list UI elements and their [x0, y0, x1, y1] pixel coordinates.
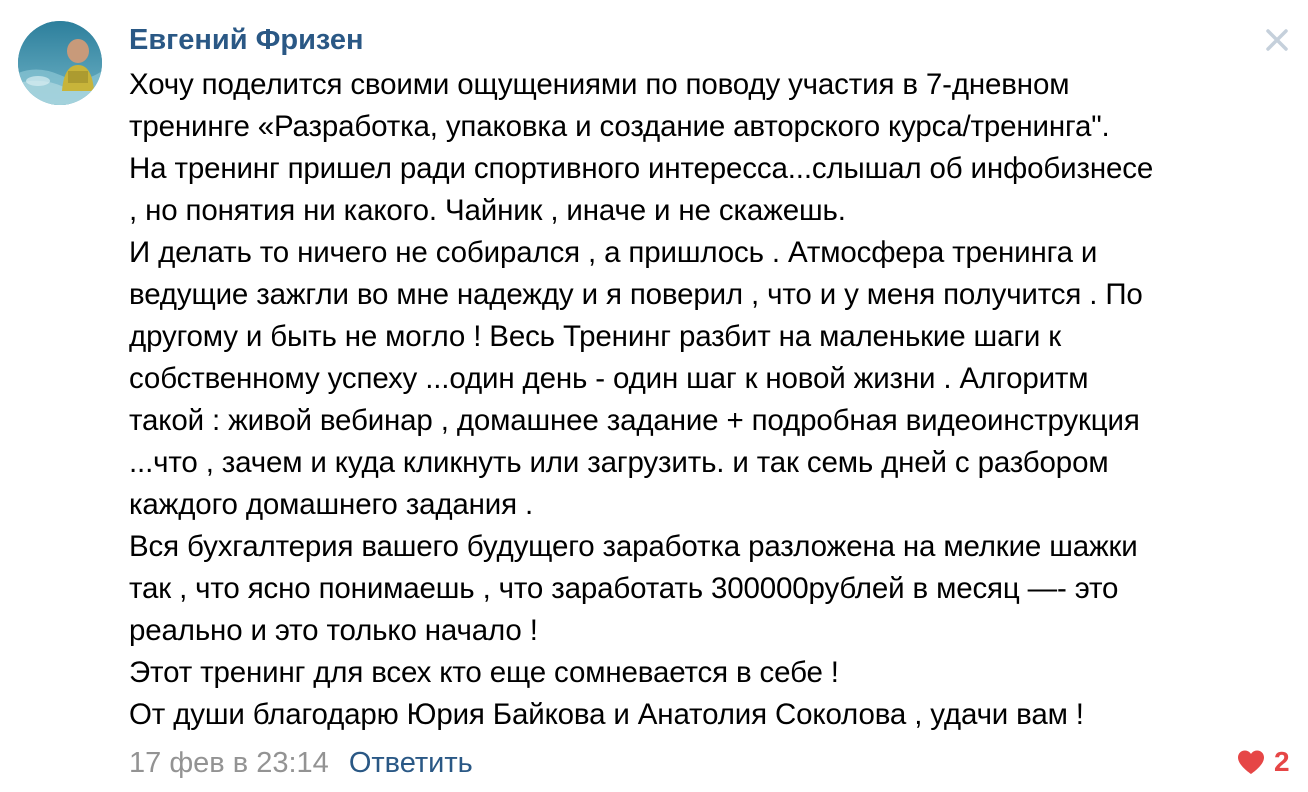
- comment-text-line: другому и быть не могло ! Весь Тренинг р…: [129, 320, 1062, 353]
- comment-meta: 17 фев в 23:14 Ответить: [129, 742, 473, 784]
- like-button[interactable]: 2: [1236, 745, 1290, 779]
- comment-date[interactable]: 17 фев в 23:14: [129, 747, 329, 779]
- comment-text-line: тренинге «Разработка, упаковка и создани…: [129, 110, 1110, 143]
- comment-text-line: , но понятия ни какого. Чайник , иначе и…: [129, 194, 846, 227]
- comment-text: Хочу поделится своими ощущениями по пово…: [129, 64, 1301, 736]
- comment: Евгений Фризен Хочу поделится своими ощу…: [0, 0, 1308, 792]
- author-avatar[interactable]: [18, 21, 102, 105]
- comment-text-line: такой : живой вебинар , домашнее задание…: [129, 404, 1140, 437]
- avatar-photo-icon: [18, 21, 102, 105]
- close-icon[interactable]: [1260, 23, 1294, 57]
- comment-text-line: реально и это только начало !: [129, 614, 538, 647]
- comment-text-line: Хочу поделится своими ощущениями по пово…: [129, 68, 1070, 101]
- comment-text-line: так , что ясно понимаешь , что заработат…: [129, 572, 1119, 605]
- comment-text-line: От души благодарю Юрия Байкова и Анатоли…: [129, 698, 1084, 731]
- comment-text-line: ведущие зажгли во мне надежду и я повери…: [129, 278, 1143, 311]
- comment-text-line: каждого домашнего задания .: [129, 488, 534, 521]
- reply-link[interactable]: Ответить: [349, 747, 473, 779]
- comment-text-line: ...что , зачем и куда кликнуть или загру…: [129, 446, 1109, 479]
- comment-text-line: собственному успеху ...один день - один …: [129, 362, 1089, 395]
- comment-text-line: Вся бухгалтерия вашего будущего заработк…: [129, 530, 1138, 563]
- heart-icon: [1238, 750, 1264, 774]
- author-name[interactable]: Евгений Фризен: [129, 21, 364, 59]
- comment-text-line: И делать то ничего не собирался , а приш…: [129, 236, 1098, 269]
- comment-text-line: На тренинг пришел ради спортивного интер…: [129, 152, 1154, 185]
- comment-text-line: Этот тренинг для всех кто еще сомневаетс…: [129, 656, 839, 689]
- like-count: 2: [1274, 746, 1290, 777]
